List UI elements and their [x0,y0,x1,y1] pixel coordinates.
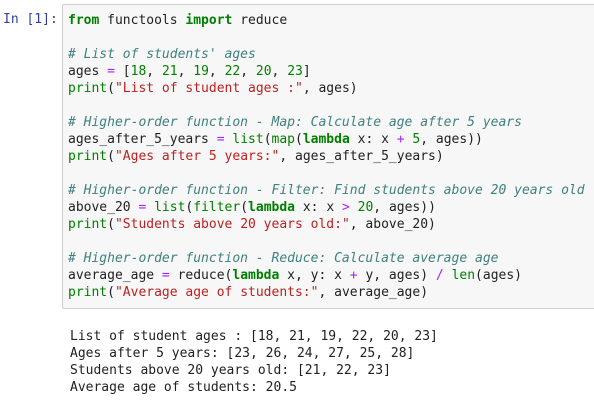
code-token: x, y: x [279,268,350,283]
code-token: ( [107,149,115,164]
code-token: [ [114,64,131,79]
code-token: , average_age) [318,285,429,300]
code-token: map [271,132,295,147]
code-token: = [161,268,170,283]
code-line: # Higher-order function - Reduce: Calcul… [68,250,594,267]
code-token: / [435,268,444,283]
code-token: ages [68,64,108,79]
code-token: ( [107,217,115,232]
output-line: Average age of students: 20.5 [70,380,297,395]
output-line: Ages after 5 years: [23, 26, 24, 27, 25,… [70,346,415,361]
code-token: "List of student ages :" [114,81,303,96]
code-token: # Higher-order function - Reduce: Calcul… [68,251,499,266]
code-token: , ages_after_5_years) [279,149,444,164]
code-line: # Higher-order function - Map: Calculate… [68,114,594,131]
code-line: ages = [18, 21, 19, 22, 20, 23] [68,63,594,80]
code-token: ages_after_5_years [68,132,217,147]
code-token: (ages) [475,268,523,283]
code-token: ( [263,132,272,147]
code-line: average_age = reduce(lambda x, y: x + y,… [68,267,594,284]
code-token: "Average age of students:" [114,285,319,300]
code-token: above_20 [68,200,139,215]
code-token: import [185,13,233,28]
code-token: lambda [248,200,296,215]
code-line: ages_after_5_years = list(map(lambda x: … [68,131,594,148]
code-token: 22 [224,64,241,79]
code-token: , [208,64,225,79]
code-token: , ages)) [420,132,483,147]
code-token: = [107,64,115,79]
code-line: # List of students' ages [68,46,594,63]
code-line: print("Average age of students:", averag… [68,284,594,301]
input-prompt: In [1]: [3,12,58,27]
code-token: functools [99,13,186,28]
code-token: + [396,132,405,147]
code-token: 19 [193,64,209,79]
code-token: reduce [232,13,288,28]
code-cell-editor[interactable]: from functools import reduce # List of st… [62,4,594,309]
code-token: 21 [161,64,178,79]
code-token: print [68,285,108,300]
code-token: 23 [287,64,303,79]
code-token: list [232,132,264,147]
code-token: ( [240,200,249,215]
code-token: # Higher-order function - Filter: Find s… [68,183,585,198]
code-token: + [349,268,358,283]
code-token: y, ages) [357,268,436,283]
code-token: average_age [68,268,162,283]
code-token: 20 [255,64,272,79]
code-token: reduce( [169,268,233,283]
code-token: lambda [232,268,280,283]
output-line: List of student ages : [18, 21, 19, 22, … [70,329,438,344]
code-token: from [68,13,100,28]
code-token: = [216,132,225,147]
code-token: filter [193,200,241,215]
code-token: ( [295,132,303,147]
code-token: ] [302,64,311,79]
code-token: > [341,200,350,215]
code-token: print [68,149,108,164]
code-lines: from functools import reduce # List of st… [68,12,594,301]
code-line: from functools import reduce [68,12,594,29]
code-token: , ages) [302,81,358,96]
code-token: lambda [302,132,350,147]
code-token: 20 [357,200,374,215]
code-token: ( [107,81,115,96]
code-token: print [68,81,108,96]
code-token: "Ages after 5 years:" [114,149,280,164]
code-token: len [451,268,476,283]
code-token: x: x [349,132,397,147]
code-line: # Higher-order function - Filter: Find s… [68,182,594,199]
code-token: , ages)) [373,200,436,215]
code-token: print [68,217,108,232]
code-token: x: x [295,200,342,215]
code-line: print("List of student ages :", ages) [68,80,594,97]
code-token: 18 [130,64,147,79]
code-token: , [177,64,194,79]
output-line: Students above 20 years old: [21, 22, 23… [70,363,391,378]
code-token: "Students above 20 years old:" [114,217,350,232]
code-line: print("Ages after 5 years:", ages_after_… [68,148,594,165]
code-token: , above_20) [349,217,436,232]
code-token: # List of students' ages [68,47,256,62]
code-token: # Higher-order function - Map: Calculate… [68,115,522,130]
code-token: list [154,200,186,215]
cell-output: List of student ages : [18, 21, 19, 22, … [70,328,438,396]
code-token: ( [107,285,115,300]
code-line: above_20 = list(filter(lambda x: x > 20,… [68,199,594,216]
code-token: , [240,64,256,79]
code-token: , [271,64,288,79]
code-line: print("Students above 20 years old:", ab… [68,216,594,233]
code-token: , [146,64,162,79]
